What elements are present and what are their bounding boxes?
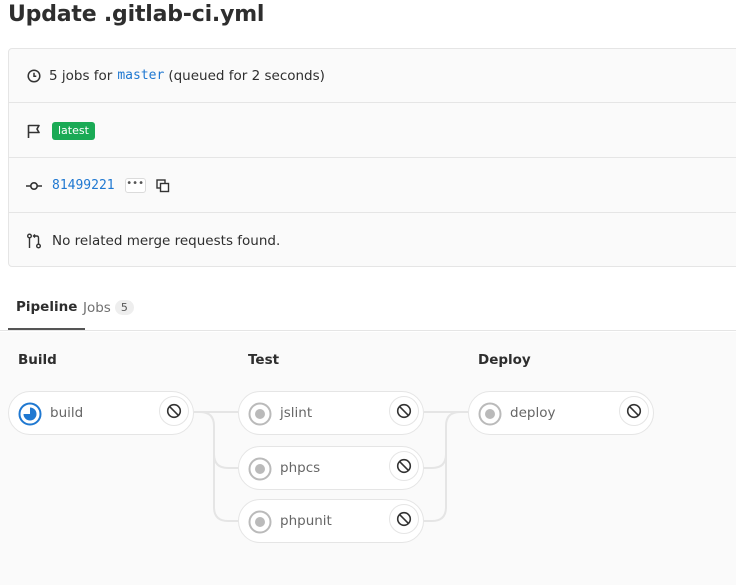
cancel-icon[interactable] <box>389 451 419 481</box>
pipeline-page: Update .gitlab-ci.yml 5 jobs for master … <box>0 0 736 585</box>
queued-text: (queued for 2 seconds) <box>168 67 325 84</box>
merge-request-icon <box>25 232 43 250</box>
job-build[interactable]: build <box>8 391 194 435</box>
status-created-icon <box>248 402 272 426</box>
cancel-icon[interactable] <box>389 396 419 426</box>
status-created-icon <box>248 510 272 534</box>
info-row-merge-requests: No related merge requests found. <box>9 214 736 268</box>
cancel-icon[interactable] <box>389 504 419 534</box>
job-name-phpunit: phpunit <box>280 513 332 529</box>
cancel-icon[interactable] <box>159 396 189 426</box>
job-name-build: build <box>50 405 84 421</box>
jobs-summary: 5 jobs for master (queued for 2 seconds) <box>49 68 325 84</box>
jobs-count-badge: 5 <box>114 300 134 315</box>
copy-icon[interactable] <box>155 178 171 194</box>
tab-pipeline-label: Pipeline <box>16 298 78 315</box>
pipeline-graph: Build build Test jslint phpcs phpunit De… <box>0 332 736 585</box>
tab-jobs[interactable]: Jobs 5 <box>83 285 134 330</box>
commit-icon <box>25 177 43 195</box>
badges: latest <box>52 121 95 140</box>
tab-pipeline[interactable]: Pipeline <box>8 285 86 330</box>
stage-title-deploy: Deploy <box>478 352 531 368</box>
stage-title-build: Build <box>18 352 57 368</box>
info-row-jobs: 5 jobs for master (queued for 2 seconds) <box>9 49 736 103</box>
info-row-commit: 81499221 ••• <box>9 159 736 213</box>
jobs-prefix: 5 jobs for <box>49 67 113 84</box>
pipeline-tabs: Pipeline Jobs 5 <box>0 285 736 331</box>
commit-sha-link[interactable]: 81499221 <box>52 178 115 193</box>
merge-requests-text: No related merge requests found. <box>52 233 281 249</box>
pipeline-info-panel: 5 jobs for master (queued for 2 seconds)… <box>8 48 736 267</box>
job-phpcs[interactable]: phpcs <box>238 446 424 490</box>
info-row-badges: latest <box>9 104 736 158</box>
job-name-deploy: deploy <box>510 405 556 421</box>
job-jslint[interactable]: jslint <box>238 391 424 435</box>
clock-icon <box>25 67 43 85</box>
stage-title-test: Test <box>248 352 280 368</box>
job-deploy[interactable]: deploy <box>468 391 654 435</box>
job-name-jslint: jslint <box>280 405 313 421</box>
job-name-phpcs: phpcs <box>280 460 321 476</box>
page-title: Update .gitlab-ci.yml <box>8 2 265 27</box>
latest-badge: latest <box>52 121 95 140</box>
status-created-icon <box>248 457 272 481</box>
branch-link[interactable]: master <box>117 68 164 83</box>
status-created-icon <box>478 402 502 426</box>
status-running-icon <box>18 402 42 426</box>
cancel-icon[interactable] <box>619 396 649 426</box>
commit-info: 81499221 ••• <box>52 178 171 194</box>
commit-expand-button[interactable]: ••• <box>124 178 146 193</box>
tab-jobs-label: Jobs <box>83 299 111 316</box>
job-phpunit[interactable]: phpunit <box>238 499 424 543</box>
flag-icon <box>25 122 43 140</box>
